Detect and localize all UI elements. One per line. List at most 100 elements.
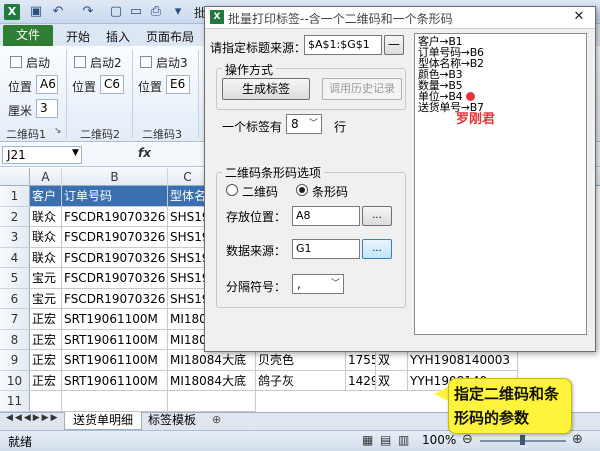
table-cell[interactable] [30,391,62,412]
sheet-nav-arrows-icon[interactable]: ◀◀◀▶▶▶ [6,413,60,423]
redo-icon[interactable]: ↷ [80,4,96,19]
table-cell[interactable] [62,391,168,412]
close-icon[interactable]: ✕ [570,9,588,25]
table-cell[interactable]: 正宏 [30,350,62,371]
qr-code-radio[interactable] [226,184,238,196]
table-cell[interactable]: SRT19061100M [62,329,168,350]
table-cell[interactable]: 联众 [30,247,62,268]
table-cell[interactable]: 订单号码 [62,186,168,207]
store-position-label: 存放位置： [226,210,287,224]
select-all-corner[interactable] [0,168,30,186]
store-position-browse-button[interactable]: ... [362,206,392,226]
zoom-level[interactable]: 100% [422,433,456,447]
dialog-launcher-icon[interactable]: ↘ [54,126,62,136]
save-icon[interactable]: ▣ [28,4,44,19]
enable-checkbox-2[interactable] [74,56,86,68]
table-cell[interactable]: FSCDR19070326 [62,227,168,248]
barcode-radio-label: 条形码 [312,185,349,199]
separator-select[interactable]: , ﹀ [292,274,344,294]
position-input-2[interactable]: C6 [100,75,124,94]
table-cell[interactable]: FSCDR19070326 [62,247,168,268]
table-cell[interactable]: 联众 [30,227,62,248]
row-header[interactable]: 5 [0,268,30,289]
column-header-a[interactable]: A [30,168,62,186]
table-cell[interactable]: FSCDR19070326 [62,206,168,227]
row-header[interactable]: 3 [0,227,30,248]
zoom-out-icon[interactable]: ⊖ [462,432,473,447]
row-header[interactable]: 1 [0,186,30,207]
name-box[interactable]: J21 [2,146,82,164]
table-cell[interactable]: SRT19061100M [62,309,168,330]
table-cell[interactable]: 宝元 [30,288,62,309]
rows-per-label-select[interactable]: 8 ﹀ [286,114,322,134]
enable-checkbox-1[interactable] [10,56,22,68]
fx-icon[interactable]: fx [138,146,151,160]
view-page-break-icon[interactable]: ▥ [398,433,409,447]
row-header[interactable]: 4 [0,247,30,268]
row-header[interactable]: 2 [0,206,30,227]
new-file-icon[interactable]: ▢ [108,4,124,19]
table-cell[interactable]: FSCDR19070326 [62,288,168,309]
barcode-radio[interactable] [296,184,308,196]
position-input-3[interactable]: E6 [166,75,190,94]
table-cell[interactable]: SRT19061100M [62,370,168,391]
tab-page-layout[interactable]: 页面布局 [146,28,194,45]
rows-per-label-text: 一个标签有 [222,120,283,134]
row-header[interactable]: 10 [0,370,30,391]
load-history-button[interactable]: 调用历史记录 [322,78,402,100]
view-normal-icon[interactable]: ▦ [362,433,373,447]
separator-label: 分隔符号： [226,280,287,294]
table-cell[interactable]: 鸽子灰 [256,370,346,391]
table-cell[interactable]: 联众 [30,206,62,227]
collapse-range-button[interactable]: — [384,35,404,55]
new-sheet-icon[interactable]: ⊕ [212,413,221,426]
table-cell[interactable]: 1755 [346,350,376,371]
data-source-input[interactable]: G1 [292,239,360,259]
tab-home[interactable]: 开始 [66,28,90,45]
zoom-in-icon[interactable]: ⊕ [572,432,583,447]
row-header[interactable]: 8 [0,329,30,350]
row-header[interactable]: 6 [0,288,30,309]
name-box-dropdown-icon[interactable]: ▼ [72,148,79,158]
table-cell[interactable]: 正宏 [30,309,62,330]
print-preview-icon[interactable]: ⎙ [148,4,164,19]
table-cell[interactable]: YYH1908140003 [408,350,518,371]
title-source-input[interactable]: $A$1:$G$1 [304,35,382,55]
table-cell[interactable]: MI18084大底 [168,370,256,391]
view-page-layout-icon[interactable]: ▤ [380,433,391,447]
table-cell[interactable]: 正宏 [30,370,62,391]
table-cell[interactable]: 正宏 [30,329,62,350]
data-source-browse-button[interactable]: ... [362,239,392,259]
table-cell[interactable]: FSCDR19070326 [62,268,168,289]
row-header[interactable]: 7 [0,309,30,330]
table-cell[interactable]: SRT19061100M [62,350,168,371]
generate-labels-button[interactable]: 生成标签 [222,78,310,100]
table-cell[interactable]: 双 [376,370,408,391]
table-cell[interactable]: 双 [376,350,408,371]
column-header-c[interactable]: C [168,168,208,186]
table-cell[interactable]: 贝壳色 [256,350,346,371]
sheet-tab-delivery[interactable]: 送货单明细 [64,412,143,430]
store-position-input[interactable]: A8 [292,206,360,226]
customize-icon[interactable]: ▾ [170,4,186,19]
table-cell[interactable]: 1429 [346,370,376,391]
enable-label-1: 启动 [26,56,51,70]
sheet-tab-label-template[interactable]: 标签模板 [140,412,204,430]
table-cell[interactable]: MI18084大底 [168,350,256,371]
row-header[interactable]: 9 [0,350,30,371]
table-cell[interactable]: 宝元 [30,268,62,289]
dialog-title: 批量打印标签--含一个二维码和一个条形码 [228,12,453,26]
cm-input-1[interactable]: 3 [36,99,58,118]
row-header[interactable]: 11 [0,391,30,412]
tab-insert[interactable]: 插入 [106,28,130,45]
undo-icon[interactable]: ↶ [50,4,66,19]
column-header-b[interactable]: B [62,168,168,186]
position-input-1[interactable]: A6 [36,75,58,94]
code-options-title: 二维码条形码选项 [222,164,325,181]
zoom-slider-thumb[interactable] [520,435,525,445]
tab-file[interactable]: 文件 [3,25,53,46]
table-cell[interactable] [168,391,256,412]
table-cell[interactable]: 客户 [30,186,62,207]
open-folder-icon[interactable]: ▭ [128,4,144,19]
enable-checkbox-3[interactable] [140,56,152,68]
